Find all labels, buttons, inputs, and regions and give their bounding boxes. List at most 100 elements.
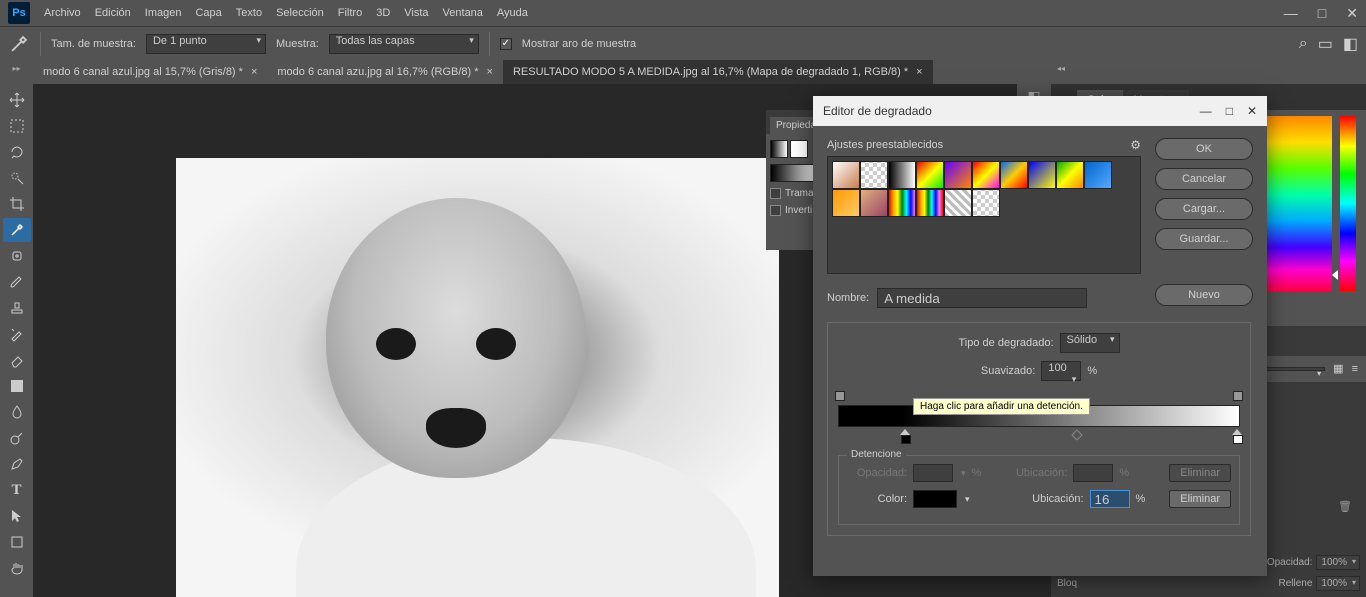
dither-checkbox[interactable] — [770, 188, 781, 199]
menu-imagen[interactable]: Imagen — [145, 7, 182, 19]
opacity-stop[interactable] — [835, 391, 845, 401]
panel-collapse-icon[interactable]: ◂◂ — [1051, 60, 1366, 84]
document-tab[interactable]: modo 6 canal azul.jpg al 15,7% (Gris/8) … — [33, 60, 267, 84]
preset-swatch[interactable] — [1000, 161, 1028, 189]
dodge-tool[interactable] — [3, 426, 31, 450]
eyedropper-tool[interactable] — [3, 218, 31, 242]
screen-mode-icon[interactable]: ◧ — [1343, 34, 1358, 54]
history-brush-tool[interactable] — [3, 322, 31, 346]
show-ring-checkbox[interactable] — [500, 38, 512, 50]
preset-swatch[interactable] — [1084, 161, 1112, 189]
move-tool[interactable] — [3, 88, 31, 112]
tab-close-icon[interactable]: × — [251, 66, 257, 78]
close-icon[interactable]: ✕ — [1346, 5, 1358, 22]
brush-tool[interactable] — [3, 270, 31, 294]
reverse-checkbox[interactable] — [770, 205, 781, 216]
cancel-button[interactable]: Cancelar — [1155, 168, 1253, 190]
name-input[interactable] — [877, 288, 1087, 308]
lasso-tool[interactable] — [3, 140, 31, 164]
tab-close-icon[interactable]: × — [487, 66, 493, 78]
sample-size-select[interactable]: De 1 punto — [146, 34, 266, 54]
preset-swatch[interactable] — [1056, 161, 1084, 189]
preset-swatch[interactable] — [972, 189, 1000, 217]
menu-3d[interactable]: 3D — [376, 7, 390, 19]
document-tabs: modo 6 canal azul.jpg al 15,7% (Gris/8) … — [33, 60, 1051, 84]
shape-tool[interactable] — [3, 530, 31, 554]
delete-button[interactable]: Eliminar — [1169, 490, 1231, 508]
tab-close-icon[interactable]: × — [916, 66, 922, 78]
menu-vista[interactable]: Vista — [404, 7, 428, 19]
preset-swatch[interactable] — [944, 161, 972, 189]
type-tool[interactable]: T — [3, 478, 31, 502]
location-input[interactable] — [1090, 490, 1130, 508]
opacity-stop[interactable] — [1233, 391, 1243, 401]
save-button[interactable]: Guardar... — [1155, 228, 1253, 250]
preset-swatch[interactable] — [888, 189, 916, 217]
document-tab[interactable]: RESULTADO MODO 5 A MEDIDA.jpg al 16,7% (… — [503, 60, 933, 84]
smooth-input[interactable]: 100 — [1041, 361, 1081, 381]
new-button[interactable]: Nuevo — [1155, 284, 1253, 306]
stamp-tool[interactable] — [3, 296, 31, 320]
color-stop[interactable] — [900, 429, 912, 443]
app-logo: Ps — [8, 2, 30, 24]
gear-icon[interactable]: ⚙ — [1130, 138, 1141, 152]
midpoint-handle[interactable] — [1071, 429, 1082, 440]
preset-swatch[interactable] — [916, 189, 944, 217]
menu-seleccion[interactable]: Selección — [276, 7, 324, 19]
ok-button[interactable]: OK — [1155, 138, 1253, 160]
hand-tool[interactable] — [3, 556, 31, 580]
list-view-icon[interactable]: ≡ — [1352, 363, 1358, 375]
trash-icon[interactable]: 🗑 — [1338, 500, 1352, 513]
hue-slider[interactable] — [1340, 116, 1356, 291]
dialog-close-icon[interactable]: ✕ — [1247, 104, 1257, 118]
healing-tool[interactable] — [3, 244, 31, 268]
marquee-tool[interactable] — [3, 114, 31, 138]
menu-texto[interactable]: Texto — [236, 7, 262, 19]
dialog-minimize-icon[interactable]: — — [1200, 104, 1212, 118]
preset-swatch[interactable] — [860, 161, 888, 189]
toolbox-collapse-icon[interactable]: ▸▸ — [0, 60, 33, 84]
opacity-select[interactable]: 100% — [1316, 555, 1360, 570]
menu-filtro[interactable]: Filtro — [338, 7, 362, 19]
tabs-row: ▸▸ modo 6 canal azul.jpg al 15,7% (Gris/… — [0, 60, 1366, 84]
menu-archivo[interactable]: Archivo — [44, 7, 81, 19]
pen-tool[interactable] — [3, 452, 31, 476]
preset-swatch[interactable] — [1028, 161, 1056, 189]
maximize-icon[interactable]: □ — [1318, 5, 1326, 22]
preset-swatch[interactable] — [832, 189, 860, 217]
color-stop[interactable] — [1232, 429, 1244, 443]
type-select[interactable]: Sólido — [1060, 333, 1120, 353]
document-tab[interactable]: modo 6 canal azu.jpg al 16,7% (RGB/8) * … — [267, 60, 503, 84]
minimize-icon[interactable]: — — [1284, 5, 1298, 22]
menu-edicion[interactable]: Edición — [95, 7, 131, 19]
crop-tool[interactable] — [3, 192, 31, 216]
preset-swatch[interactable] — [972, 161, 1000, 189]
preset-swatch[interactable] — [832, 161, 860, 189]
menu-capa[interactable]: Capa — [195, 7, 221, 19]
menu-ventana[interactable]: Ventana — [443, 7, 483, 19]
grid-view-icon[interactable]: ▦ — [1333, 362, 1343, 375]
preset-swatch[interactable] — [916, 161, 944, 189]
eraser-tool[interactable] — [3, 348, 31, 372]
color-chip[interactable] — [913, 490, 957, 508]
preset-swatch[interactable] — [860, 189, 888, 217]
path-select-tool[interactable] — [3, 504, 31, 528]
opacity-label: Opacidad: — [1267, 557, 1313, 568]
search-icon[interactable]: ⌕ — [1299, 35, 1308, 53]
blur-tool[interactable] — [3, 400, 31, 424]
workspace-icon[interactable]: ▭ — [1318, 34, 1333, 54]
sample-layers-select[interactable]: Todas las capas — [329, 34, 479, 54]
menu-ayuda[interactable]: Ayuda — [497, 7, 528, 19]
gradient-preview[interactable] — [770, 164, 818, 182]
fill-select[interactable]: 100% — [1316, 576, 1360, 591]
dialog-maximize-icon[interactable]: □ — [1226, 104, 1233, 118]
preset-swatch[interactable] — [944, 189, 972, 217]
preset-swatch[interactable] — [888, 161, 916, 189]
gradient-tool[interactable] — [3, 374, 31, 398]
chevron-down-icon[interactable]: ▾ — [965, 494, 970, 505]
hue-indicator — [1332, 270, 1338, 280]
dialog-titlebar[interactable]: Editor de degradado — □ ✕ — [813, 96, 1267, 126]
show-ring-label: Mostrar aro de muestra — [522, 38, 636, 50]
load-button[interactable]: Cargar... — [1155, 198, 1253, 220]
quick-select-tool[interactable] — [3, 166, 31, 190]
